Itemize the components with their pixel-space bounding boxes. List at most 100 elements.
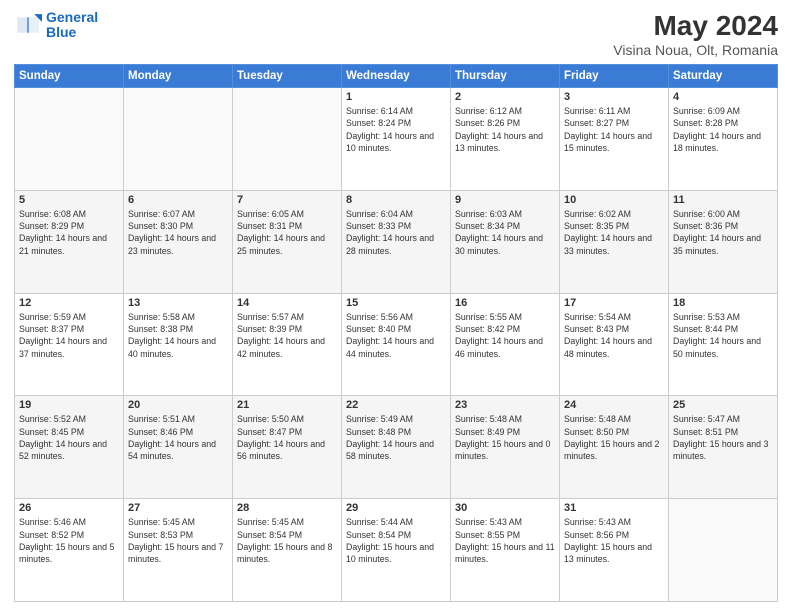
day-cell: 24Sunrise: 5:48 AMSunset: 8:50 PMDayligh… — [560, 396, 669, 499]
week-row-0: 1Sunrise: 6:14 AMSunset: 8:24 PMDaylight… — [15, 88, 778, 191]
day-info: Sunrise: 6:03 AMSunset: 8:34 PMDaylight:… — [455, 208, 555, 257]
day-info: Sunrise: 5:53 AMSunset: 8:44 PMDaylight:… — [673, 311, 773, 360]
weekday-header-friday: Friday — [560, 65, 669, 88]
day-info: Sunrise: 5:50 AMSunset: 8:47 PMDaylight:… — [237, 413, 337, 462]
day-cell: 27 Sunrise: 5:45 AMSunset: 8:53 PMDayligh… — [124, 499, 233, 602]
day-cell: 18 Sunrise: 5:53 AMSunset: 8:44 PMDayligh… — [669, 293, 778, 396]
day-cell: 31Sunrise: 5:43 AMSunset: 8:56 PMDayligh… — [560, 499, 669, 602]
day-info: Sunrise: 5:55 AMSunset: 8:42 PMDaylight:… — [455, 311, 555, 360]
title-block: May 2024 Visina Noua, Olt, Romania — [613, 10, 778, 58]
day-cell: 19 Sunrise: 5:52 AMSunset: 8:45 PMDayligh… — [15, 396, 124, 499]
weekday-header-thursday: Thursday — [451, 65, 560, 88]
day-cell: 13 Sunrise: 5:58 AMSunset: 8:38 PMDayligh… — [124, 293, 233, 396]
day-info: Sunrise: 6:09 AMSunset: 8:28 PMDaylight:… — [673, 105, 773, 154]
day-cell — [233, 88, 342, 191]
day-info: Sunrise: 5:48 AMSunset: 8:50 PMDaylight:… — [564, 413, 664, 462]
day-info: Sunrise: 5:47 AMSunset: 8:51 PMDaylight:… — [673, 413, 773, 462]
day-info: Sunrise: 6:00 AMSunset: 8:36 PMDaylight:… — [673, 208, 773, 257]
calendar-table: SundayMondayTuesdayWednesdayThursdayFrid… — [14, 64, 778, 602]
day-number: 12 — [19, 297, 119, 309]
main-title: May 2024 — [613, 10, 778, 42]
day-number: 8 — [346, 194, 446, 206]
day-info: Sunrise: 6:02 AMSunset: 8:35 PMDaylight:… — [564, 208, 664, 257]
logo-text: General Blue — [46, 10, 98, 41]
day-number: 4 — [673, 91, 773, 103]
day-cell — [669, 499, 778, 602]
day-info: Sunrise: 5:49 AMSunset: 8:48 PMDaylight:… — [346, 413, 446, 462]
day-number: 16 — [455, 297, 555, 309]
day-info: Sunrise: 5:43 AMSunset: 8:55 PMDaylight:… — [455, 516, 555, 565]
day-cell: 5Sunrise: 6:08 AMSunset: 8:29 PMDaylight… — [15, 190, 124, 293]
day-info: Sunrise: 5:51 AMSunset: 8:46 PMDaylight:… — [128, 413, 228, 462]
day-info: Sunrise: 6:14 AMSunset: 8:24 PMDaylight:… — [346, 105, 446, 154]
day-cell: 30 Sunrise: 5:43 AMSunset: 8:55 PMDayligh… — [451, 499, 560, 602]
day-number: 14 — [237, 297, 337, 309]
day-number: 6 — [128, 194, 228, 206]
day-info: Sunrise: 6:07 AMSunset: 8:30 PMDaylight:… — [128, 208, 228, 257]
week-row-3: 19 Sunrise: 5:52 AMSunset: 8:45 PMDayligh… — [15, 396, 778, 499]
day-cell: 14 Sunrise: 5:57 AMSunset: 8:39 PMDayligh… — [233, 293, 342, 396]
day-number: 22 — [346, 399, 446, 411]
day-cell: 4 Sunrise: 6:09 AMSunset: 8:28 PMDaylight… — [669, 88, 778, 191]
day-number: 25 — [673, 399, 773, 411]
day-number: 23 — [455, 399, 555, 411]
day-info: Sunrise: 5:56 AMSunset: 8:40 PMDaylight:… — [346, 311, 446, 360]
day-cell: 9 Sunrise: 6:03 AMSunset: 8:34 PMDaylight… — [451, 190, 560, 293]
day-info: Sunrise: 5:59 AMSunset: 8:37 PMDaylight:… — [19, 311, 119, 360]
day-number: 17 — [564, 297, 664, 309]
weekday-header-saturday: Saturday — [669, 65, 778, 88]
day-cell: 22 Sunrise: 5:49 AMSunset: 8:48 PMDayligh… — [342, 396, 451, 499]
day-cell: 1Sunrise: 6:14 AMSunset: 8:24 PMDaylight… — [342, 88, 451, 191]
day-cell: 6 Sunrise: 6:07 AMSunset: 8:30 PMDaylight… — [124, 190, 233, 293]
day-info: Sunrise: 5:46 AMSunset: 8:52 PMDaylight:… — [19, 516, 119, 565]
day-cell — [15, 88, 124, 191]
sub-title: Visina Noua, Olt, Romania — [613, 42, 778, 58]
day-number: 3 — [564, 91, 664, 103]
weekday-header-wednesday: Wednesday — [342, 65, 451, 88]
day-info: Sunrise: 5:57 AMSunset: 8:39 PMDaylight:… — [237, 311, 337, 360]
day-number: 10 — [564, 194, 664, 206]
day-info: Sunrise: 5:45 AMSunset: 8:54 PMDaylight:… — [237, 516, 337, 565]
header: General Blue May 2024 Visina Noua, Olt, … — [14, 10, 778, 58]
day-cell: 8 Sunrise: 6:04 AMSunset: 8:33 PMDaylight… — [342, 190, 451, 293]
day-number: 9 — [455, 194, 555, 206]
day-info: Sunrise: 5:48 AMSunset: 8:49 PMDaylight:… — [455, 413, 555, 462]
day-number: 18 — [673, 297, 773, 309]
day-cell: 26 Sunrise: 5:46 AMSunset: 8:52 PMDayligh… — [15, 499, 124, 602]
day-cell: 20 Sunrise: 5:51 AMSunset: 8:46 PMDayligh… — [124, 396, 233, 499]
day-number: 29 — [346, 502, 446, 514]
day-cell: 28Sunrise: 5:45 AMSunset: 8:54 PMDayligh… — [233, 499, 342, 602]
day-cell: 10 Sunrise: 6:02 AMSunset: 8:35 PMDayligh… — [560, 190, 669, 293]
day-number: 19 — [19, 399, 119, 411]
day-number: 13 — [128, 297, 228, 309]
day-cell: 3Sunrise: 6:11 AMSunset: 8:27 PMDaylight… — [560, 88, 669, 191]
day-info: Sunrise: 6:12 AMSunset: 8:26 PMDaylight:… — [455, 105, 555, 154]
day-info: Sunrise: 6:04 AMSunset: 8:33 PMDaylight:… — [346, 208, 446, 257]
day-info: Sunrise: 5:45 AMSunset: 8:53 PMDaylight:… — [128, 516, 228, 565]
day-cell: 16 Sunrise: 5:55 AMSunset: 8:42 PMDayligh… — [451, 293, 560, 396]
day-info: Sunrise: 5:52 AMSunset: 8:45 PMDaylight:… — [19, 413, 119, 462]
day-cell: 29Sunrise: 5:44 AMSunset: 8:54 PMDayligh… — [342, 499, 451, 602]
logo-icon — [14, 11, 42, 39]
day-cell: 17Sunrise: 5:54 AMSunset: 8:43 PMDayligh… — [560, 293, 669, 396]
day-cell: 23 Sunrise: 5:48 AMSunset: 8:49 PMDayligh… — [451, 396, 560, 499]
day-number: 30 — [455, 502, 555, 514]
day-cell: 21 Sunrise: 5:50 AMSunset: 8:47 PMDayligh… — [233, 396, 342, 499]
day-number: 21 — [237, 399, 337, 411]
day-cell: 2Sunrise: 6:12 AMSunset: 8:26 PMDaylight… — [451, 88, 560, 191]
day-number: 27 — [128, 502, 228, 514]
day-number: 5 — [19, 194, 119, 206]
week-row-4: 26 Sunrise: 5:46 AMSunset: 8:52 PMDayligh… — [15, 499, 778, 602]
logo: General Blue — [14, 10, 98, 41]
day-number: 20 — [128, 399, 228, 411]
week-row-2: 12 Sunrise: 5:59 AMSunset: 8:37 PMDayligh… — [15, 293, 778, 396]
day-info: Sunrise: 5:58 AMSunset: 8:38 PMDaylight:… — [128, 311, 228, 360]
day-cell: 15Sunrise: 5:56 AMSunset: 8:40 PMDayligh… — [342, 293, 451, 396]
weekday-header-sunday: Sunday — [15, 65, 124, 88]
page: General Blue May 2024 Visina Noua, Olt, … — [0, 0, 792, 612]
day-number: 11 — [673, 194, 773, 206]
day-number: 26 — [19, 502, 119, 514]
day-info: Sunrise: 6:05 AMSunset: 8:31 PMDaylight:… — [237, 208, 337, 257]
day-cell: 12 Sunrise: 5:59 AMSunset: 8:37 PMDayligh… — [15, 293, 124, 396]
day-number: 7 — [237, 194, 337, 206]
